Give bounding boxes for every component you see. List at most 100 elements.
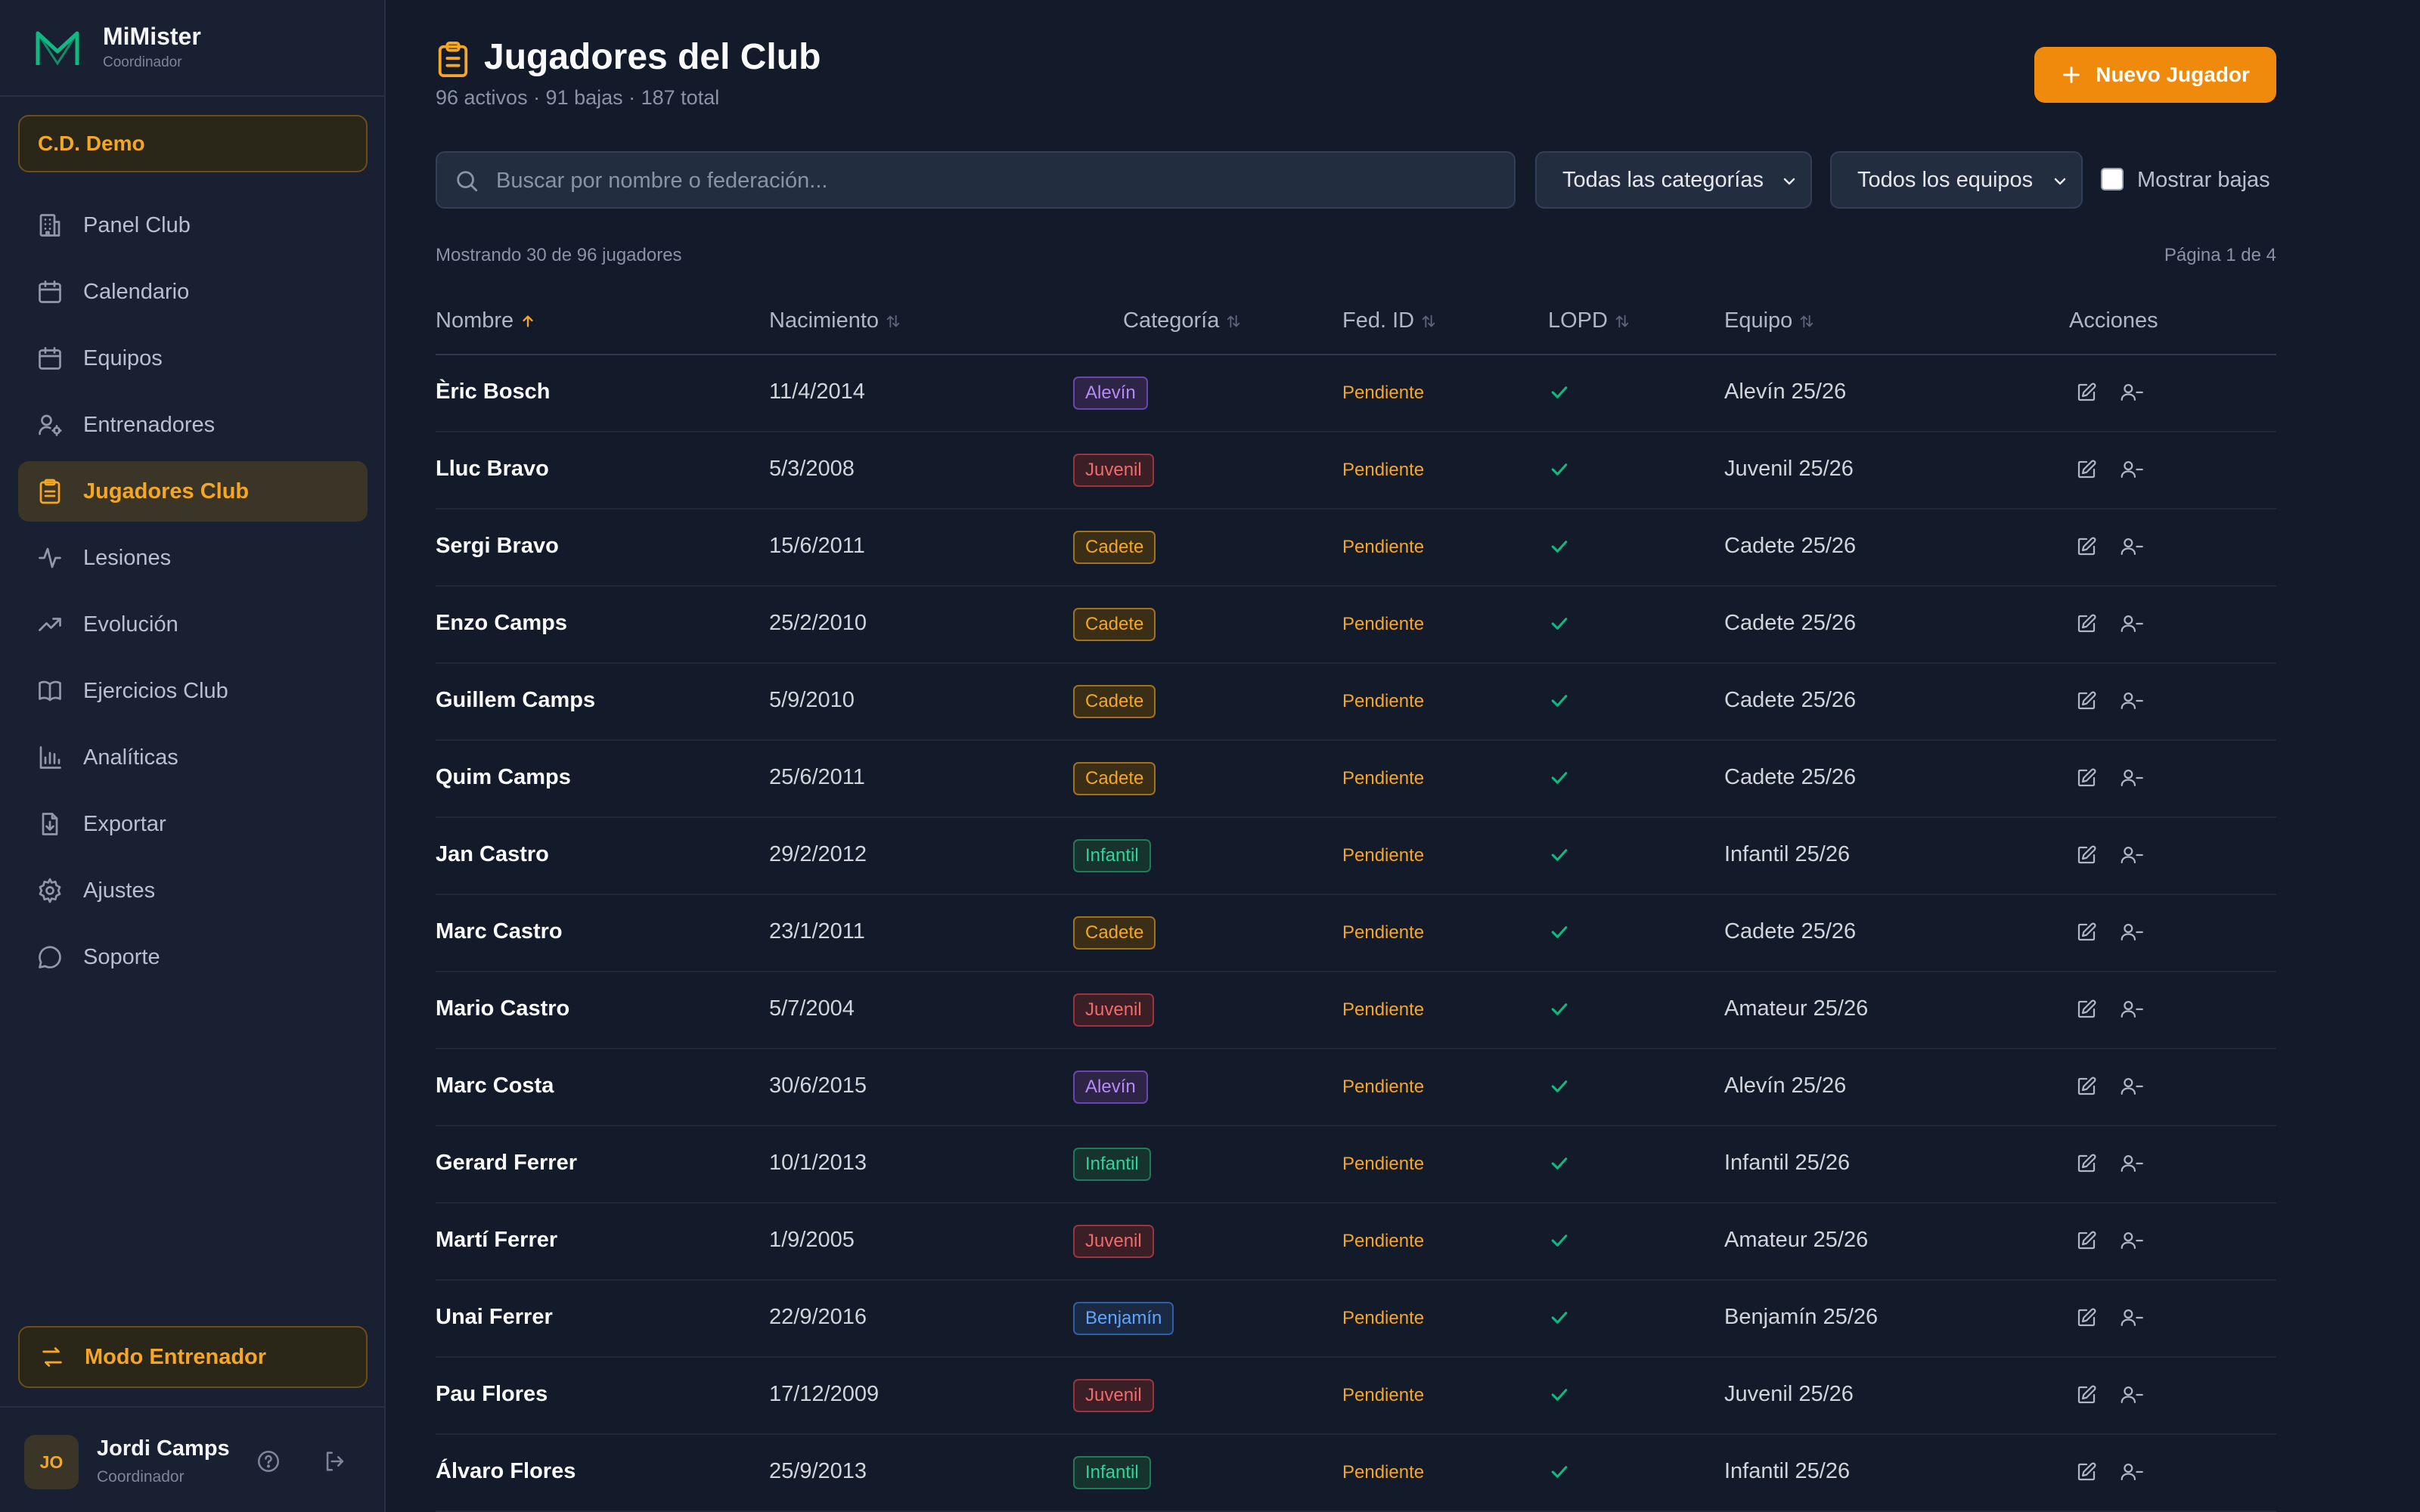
edit-icon[interactable] bbox=[2075, 1229, 2098, 1252]
remove-user-icon[interactable] bbox=[2119, 381, 2143, 404]
edit-icon[interactable] bbox=[2075, 921, 2098, 943]
table-row[interactable]: Quim Camps 25/6/2011 Cadete Pendiente Cadete… bbox=[436, 741, 2276, 818]
sidebar-item-evolucion[interactable]: Evolución bbox=[18, 594, 368, 655]
check-icon bbox=[1551, 926, 1568, 938]
player-name[interactable]: Unai Ferrer bbox=[436, 1305, 553, 1330]
sidebar-item-lesiones[interactable]: Lesiones bbox=[18, 528, 368, 588]
remove-user-icon[interactable] bbox=[2119, 1075, 2143, 1098]
avatar[interactable]: JO bbox=[24, 1435, 79, 1489]
main-content: Jugadores del Club 96 activos · 91 bajas… bbox=[386, 0, 2420, 1512]
col-header-category[interactable]: Categoría bbox=[1123, 308, 1242, 333]
edit-icon[interactable] bbox=[2075, 381, 2098, 404]
player-name[interactable]: Èric Bosch bbox=[436, 380, 551, 404]
remove-user-icon[interactable] bbox=[2119, 767, 2143, 789]
category-select-value: Todas las categorías bbox=[1562, 167, 1764, 192]
club-selector[interactable]: C.D. Demo bbox=[18, 115, 368, 172]
table-row[interactable]: Mario Castro 5/7/2004 Juvenil Pendiente Amat… bbox=[436, 972, 2276, 1049]
col-header-team[interactable]: Equipo bbox=[1724, 308, 1815, 333]
player-name[interactable]: Quim Camps bbox=[436, 765, 571, 790]
remove-user-icon[interactable] bbox=[2119, 1152, 2143, 1175]
player-name[interactable]: Jan Castro bbox=[436, 842, 549, 867]
remove-user-icon[interactable] bbox=[2119, 1383, 2143, 1406]
coach-mode-label: Modo Entrenador bbox=[85, 1344, 267, 1369]
sidebar-item-equipos[interactable]: Equipos bbox=[18, 328, 368, 389]
col-header-lopd[interactable]: LOPD bbox=[1548, 308, 1630, 333]
col-header-name[interactable]: Nombre bbox=[436, 308, 536, 333]
check-icon bbox=[1551, 1389, 1568, 1401]
sidebar-item-soporte[interactable]: Soporte bbox=[18, 927, 368, 987]
edit-icon[interactable] bbox=[2075, 844, 2098, 866]
remove-user-icon[interactable] bbox=[2119, 844, 2143, 866]
table-row[interactable]: Martí Ferrer 1/9/2005 Juvenil Pendiente Amat… bbox=[436, 1204, 2276, 1281]
table-row[interactable]: Enzo Camps 25/2/2010 Cadete Pendiente Cadete… bbox=[436, 587, 2276, 664]
col-header-fed-id[interactable]: Fed. ID bbox=[1342, 308, 1437, 333]
edit-icon[interactable] bbox=[2075, 1461, 2098, 1483]
remove-user-icon[interactable] bbox=[2119, 1229, 2143, 1252]
player-name[interactable]: Pau Flores bbox=[436, 1382, 548, 1407]
edit-icon[interactable] bbox=[2075, 1152, 2098, 1175]
edit-icon[interactable] bbox=[2075, 1075, 2098, 1098]
player-name[interactable]: Mario Castro bbox=[436, 996, 569, 1021]
player-name[interactable]: Marc Castro bbox=[436, 919, 563, 944]
remove-user-icon[interactable] bbox=[2119, 1306, 2143, 1329]
sidebar-item-jugadores-club[interactable]: Jugadores Club bbox=[18, 461, 368, 522]
clipboard-icon bbox=[39, 479, 60, 504]
table-row[interactable]: Èric Bosch 11/4/2014 Alevín Pendiente Alevín… bbox=[436, 355, 2276, 432]
table-row[interactable]: Álvaro Flores 25/9/2013 Infantil Pendiente I… bbox=[436, 1435, 2276, 1512]
table-row[interactable]: Jan Castro 29/2/2012 Infantil Pendiente Infa… bbox=[436, 818, 2276, 895]
table-row[interactable]: Marc Costa 30/6/2015 Alevín Pendiente Alevín… bbox=[436, 1049, 2276, 1126]
team-select[interactable]: Todos los equipos bbox=[1830, 151, 2083, 209]
user-role: Coordinador bbox=[97, 1468, 185, 1486]
sidebar-item-entrenadores[interactable]: Entrenadores bbox=[18, 395, 368, 455]
table-row[interactable]: Sergi Bravo 15/6/2011 Cadete Pendiente Cadet… bbox=[436, 510, 2276, 587]
edit-icon[interactable] bbox=[2075, 1306, 2098, 1329]
edit-icon[interactable] bbox=[2075, 998, 2098, 1021]
sidebar-item-analiticas[interactable]: Analíticas bbox=[18, 727, 368, 788]
category-select[interactable]: Todas las categorías bbox=[1535, 151, 1812, 209]
help-icon[interactable] bbox=[256, 1448, 281, 1474]
table-row[interactable]: Lluc Bravo 5/3/2008 Juvenil Pendiente Juveni… bbox=[436, 432, 2276, 510]
player-name[interactable]: Guillem Camps bbox=[436, 688, 595, 713]
table-row[interactable]: Marc Castro 23/1/2011 Cadete Pendiente Cadet… bbox=[436, 895, 2276, 972]
table-row[interactable]: Gerard Ferrer 10/1/2013 Infantil Pendiente I… bbox=[436, 1126, 2276, 1204]
player-name[interactable]: Sergi Bravo bbox=[436, 534, 559, 559]
search-input[interactable] bbox=[496, 163, 1494, 198]
new-player-button[interactable]: Nuevo Jugador bbox=[2034, 47, 2276, 103]
logout-icon[interactable] bbox=[322, 1448, 348, 1474]
check-icon bbox=[1551, 772, 1568, 784]
remove-user-icon[interactable] bbox=[2119, 921, 2143, 943]
edit-icon[interactable] bbox=[2075, 535, 2098, 558]
sidebar-item-ejercicios-club[interactable]: Ejercicios Club bbox=[18, 661, 368, 721]
player-name[interactable]: Marc Costa bbox=[436, 1074, 554, 1098]
col-header-birth[interactable]: Nacimiento bbox=[769, 308, 901, 333]
remove-user-icon[interactable] bbox=[2119, 458, 2143, 481]
player-name[interactable]: Gerard Ferrer bbox=[436, 1151, 577, 1176]
remove-user-icon[interactable] bbox=[2119, 998, 2143, 1021]
player-name[interactable]: Lluc Bravo bbox=[436, 457, 549, 482]
edit-icon[interactable] bbox=[2075, 458, 2098, 481]
remove-user-icon[interactable] bbox=[2119, 535, 2143, 558]
show-inactive-label[interactable]: Mostrar bajas bbox=[2137, 168, 2270, 193]
edit-icon[interactable] bbox=[2075, 689, 2098, 712]
remove-user-icon[interactable] bbox=[2119, 689, 2143, 712]
edit-icon[interactable] bbox=[2075, 1383, 2098, 1406]
sidebar-item-calendario[interactable]: Calendario bbox=[18, 262, 368, 322]
sidebar-item-panel-club[interactable]: Panel Club bbox=[18, 195, 368, 256]
sidebar-item-exportar[interactable]: Exportar bbox=[18, 794, 368, 854]
coach-mode-button[interactable]: Modo Entrenador bbox=[18, 1326, 368, 1388]
edit-icon[interactable] bbox=[2075, 767, 2098, 789]
player-name[interactable]: Enzo Camps bbox=[436, 611, 567, 636]
edit-icon[interactable] bbox=[2075, 612, 2098, 635]
federation-status: Pendiente bbox=[1342, 1308, 1425, 1328]
remove-user-icon[interactable] bbox=[2119, 1461, 2143, 1483]
player-name[interactable]: Álvaro Flores bbox=[436, 1459, 576, 1484]
table-row[interactable]: Unai Ferrer 22/9/2016 Benjamín Pendiente Ben… bbox=[436, 1281, 2276, 1358]
sidebar-item-label: Evolución bbox=[83, 612, 178, 637]
mimister-logo-icon bbox=[36, 31, 79, 66]
table-row[interactable]: Guillem Camps 5/9/2010 Cadete Pendiente Cade… bbox=[436, 664, 2276, 741]
sidebar-item-ajustes[interactable]: Ajustes bbox=[18, 860, 368, 921]
remove-user-icon[interactable] bbox=[2119, 612, 2143, 635]
player-name[interactable]: Martí Ferrer bbox=[436, 1228, 557, 1253]
table-row[interactable]: Pau Flores 17/12/2009 Juvenil Pendiente Juve… bbox=[436, 1358, 2276, 1435]
show-inactive-checkbox[interactable] bbox=[2101, 168, 2124, 191]
